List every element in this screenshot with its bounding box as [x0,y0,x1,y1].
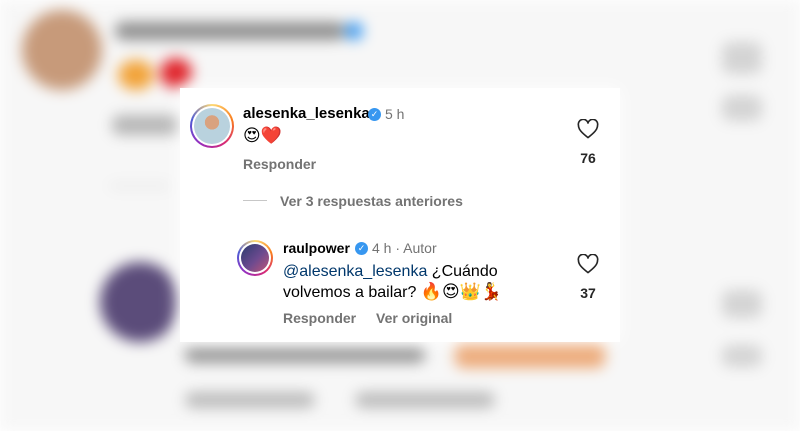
reply-button[interactable]: Responder [283,310,356,326]
reply-text: @alesenka_lesenka ¿Cuándo volvemos a bai… [283,262,563,303]
blurred-text [185,392,315,408]
blurred-text [112,115,182,135]
blurred-divider [110,185,170,187]
reply-text-line1: ¿Cuándo [427,263,498,280]
comment-card: alesenka_lesenka ✓ 5 h 😍❤️ Responder 76 … [180,88,620,342]
comment-timestamp: 5 h [385,106,405,122]
reply-button[interactable]: Responder [243,156,316,172]
heart-icon[interactable] [577,254,599,274]
verified-icon: ✓ [368,108,381,121]
blurred-text [355,392,495,408]
blurred-emoji [118,60,154,90]
blurred-emoji [455,340,605,368]
verified-icon: ✓ [355,242,368,255]
reply-text-line2: volvemos a bailar? [283,284,417,301]
blurred-heart-icon [722,345,762,367]
meta-separator: · [395,240,401,256]
mention-link[interactable]: @alesenka_lesenka [283,263,427,280]
comment-text: 😍❤️ [243,126,282,146]
author-tag: Autor [403,240,437,256]
reply-timestamp: 4 h [372,240,392,256]
avatar[interactable] [237,240,273,276]
blurred-text [185,345,425,363]
divider [243,200,267,201]
blurred-emoji [160,58,192,88]
view-replies-button[interactable]: Ver 3 respuestas anteriores [280,193,463,209]
blurred-heart-icon [722,290,762,318]
see-original-button[interactable]: Ver original [376,310,452,326]
blurred-avatar [100,262,180,342]
reply-meta: 4 h · Autor [372,240,437,256]
like-count: 37 [580,285,596,301]
comment-username[interactable]: alesenka_lesenka [243,105,370,122]
blurred-avatar [22,10,102,90]
blurred-heart-icon [722,42,762,74]
blurred-verified-icon [345,22,363,40]
reply-username[interactable]: raulpower [283,240,350,256]
like-count: 76 [580,150,596,166]
blurred-username [115,22,345,40]
avatar[interactable] [190,104,234,148]
blurred-heart-icon [722,95,762,121]
reply-emojis: 🔥😍👑💃 [420,282,503,302]
heart-icon[interactable] [577,119,599,139]
